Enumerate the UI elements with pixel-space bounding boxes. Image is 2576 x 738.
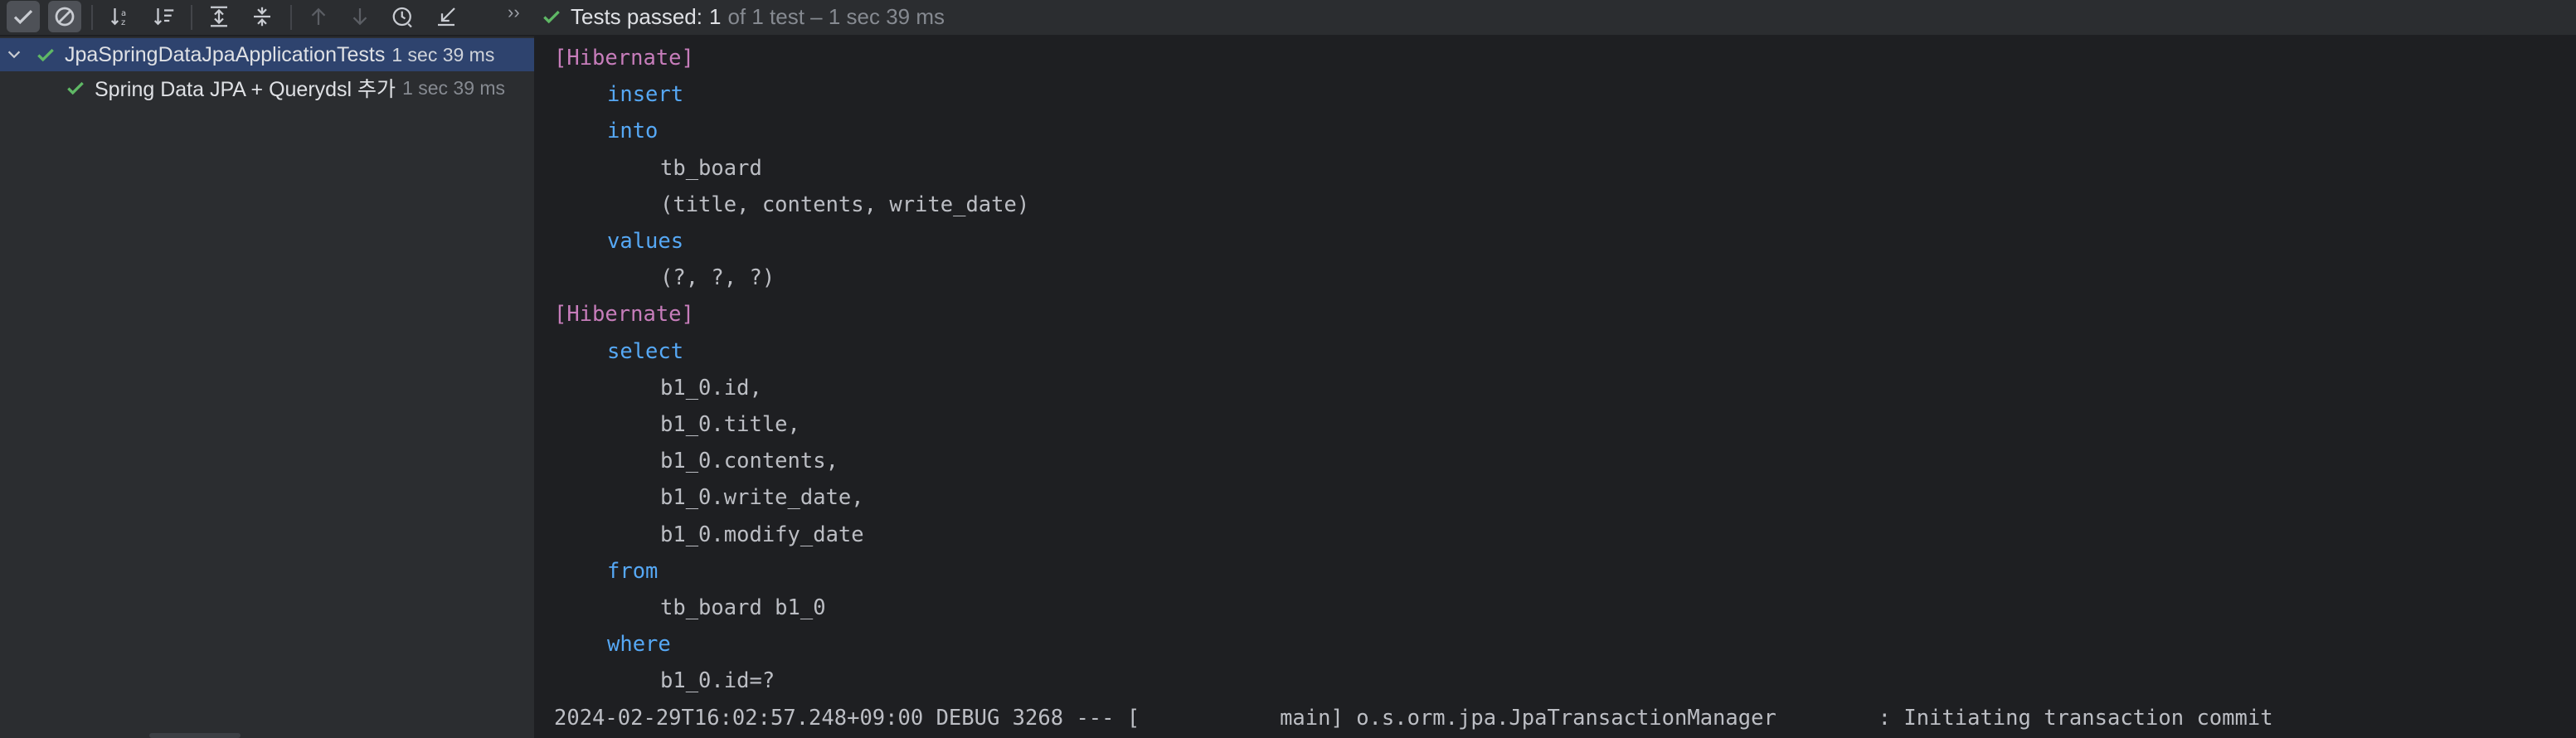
check-icon [13,9,33,25]
collapse-all-icon [254,7,270,27]
svg-text:z: z [121,18,125,27]
ignore-icon [55,7,75,27]
console-sql-keyword: from [607,558,659,584]
sort-duration-icon [153,8,174,26]
toolbar-separator [290,5,292,30]
more-actions-button[interactable]: ›› [508,2,520,23]
status-label: Tests passed: [571,3,702,29]
tree-item-label: JpaSpringDataJpaApplicationTests [65,42,386,66]
expand-all-icon [211,6,227,27]
console-sql-keyword: where [607,632,671,658]
console-line: b1_0.modify_date [660,522,864,547]
console-sql-keyword: insert [607,82,684,108]
chevron-down-icon[interactable] [5,46,23,64]
history-icon [392,7,412,28]
import-icon [438,7,455,27]
console-line: tb_board [660,155,762,181]
test-passed-icon [67,81,84,95]
show-ignored-button[interactable] [48,1,81,32]
next-failed-test-button[interactable] [343,0,377,33]
status-detail: of 1 test – 1 sec 39 ms [727,3,945,29]
test-runner-toolbar: az ›› Tests passed: 1 of 1 test – 1 sec … [0,0,2576,36]
toolbar-separator [191,5,192,30]
console-line: tb_board b1_0 [660,595,826,620]
console-line: (title, contents, write_date) [660,192,1030,217]
sort-alphabetically-button[interactable]: az [104,0,138,33]
console-sql-keyword: values [607,229,684,254]
tree-item-test-method[interactable]: Spring Data JPA + Querydsl 추가 1 sec 39 m… [58,71,505,104]
console-line: b1_0.id, [660,375,762,401]
console-line: (?, ?, ?) [660,265,775,291]
previous-failed-test-button[interactable] [302,0,335,33]
check-icon [543,10,560,24]
console-output[interactable]: [Hibernate] insert into tb_board (title, con… [536,36,2576,738]
arrow-down-icon [352,8,367,26]
sort-alpha-icon: az [110,8,126,27]
test-status: Tests passed: 1 of 1 test – 1 sec 39 ms [541,0,945,33]
tree-item-duration: 1 sec 39 ms [391,43,495,66]
horizontal-scrollbar[interactable] [0,731,534,738]
scrollbar-thumb[interactable] [149,733,241,738]
arrow-up-icon [311,7,326,25]
console-sql-keyword: select [607,338,684,364]
tree-item-label: Spring Data JPA + Querydsl 추가 [95,78,396,101]
console-line: b1_0.title, [660,412,800,437]
expand-all-button[interactable] [202,0,236,33]
test-passed-icon [37,48,54,62]
console-line: 2024-02-29T16:02:57.248+09:00 DEBUG 3268… [554,705,2273,731]
toolbar-separator [91,5,93,30]
test-history-button[interactable] [386,0,420,33]
tree-item-test-class[interactable]: JpaSpringDataJpaApplicationTests 1 sec 3… [0,38,534,71]
test-tree: JpaSpringDataJpaApplicationTests 1 sec 3… [0,36,536,738]
svg-text:a: a [121,9,126,18]
console-hibernate-tag: [Hibernate] [554,46,694,70]
tree-item-duration: 1 sec 39 ms [402,76,506,99]
console-line: b1_0.id=? [660,668,775,694]
console-line: b1_0.contents, [660,449,838,474]
collapse-all-button[interactable] [245,0,279,33]
show-passed-button[interactable] [7,1,40,32]
console-line: b1_0.write_date, [660,485,864,511]
status-count: 1 [708,3,722,29]
sort-by-duration-button[interactable] [148,0,181,33]
console-hibernate-tag: [Hibernate] [554,302,694,328]
console-sql-keyword: into [607,119,659,144]
import-tests-button[interactable] [430,0,463,33]
